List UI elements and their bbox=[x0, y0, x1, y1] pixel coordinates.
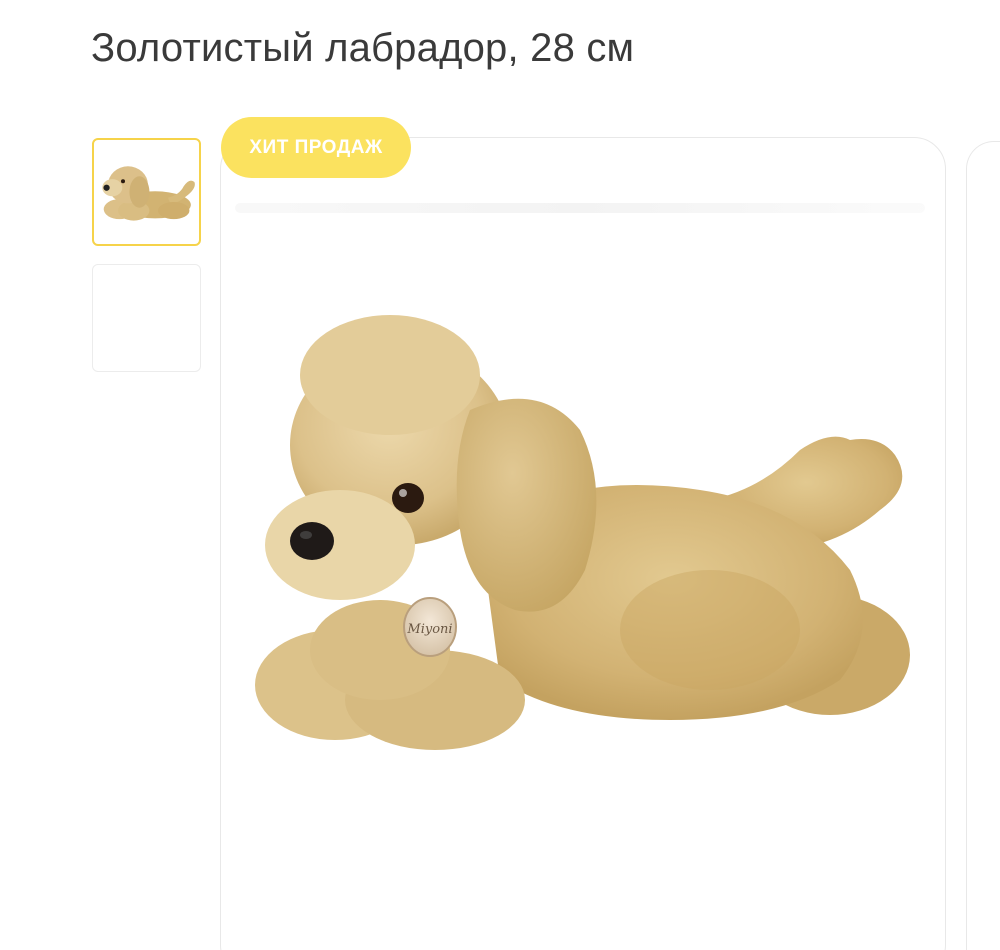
bestseller-badge: ХИТ ПРОДАЖ bbox=[221, 117, 411, 178]
plush-dog-thumbnail-image bbox=[102, 166, 195, 221]
thumbnail-list bbox=[92, 138, 203, 390]
next-image-frame-edge bbox=[966, 141, 1000, 950]
thumbnail-2[interactable] bbox=[92, 264, 201, 372]
plush-tag-text: Miyoni bbox=[406, 622, 452, 637]
product-title: Золотистый лабрадор, 28 см bbox=[91, 26, 635, 70]
product-page: Золотистый лабрадор, 28 см ХИТ ПРОДАЖ Mi… bbox=[0, 0, 1000, 950]
thumbnail-1[interactable] bbox=[92, 138, 201, 246]
plush-labrador-main-image[interactable]: Miyoni bbox=[240, 200, 930, 760]
